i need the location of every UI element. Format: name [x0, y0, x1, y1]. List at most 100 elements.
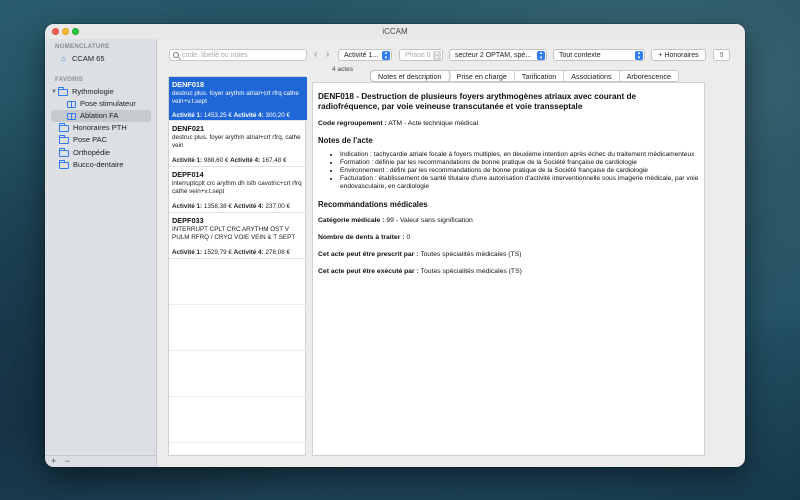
sidebar-item-label: CCAM 65: [72, 54, 105, 63]
empty-list-row: [169, 397, 307, 443]
sidebar-item-bucco-dentaire[interactable]: Bucco-dentaire: [59, 159, 159, 171]
act-tariffs: Activité 1: 1453,25 € Activité 4: 300,20…: [172, 112, 290, 119]
folder-icon: [58, 86, 68, 96]
activite4-label: Activité 4:: [233, 249, 264, 256]
search-placeholder: code, libellé ou notes: [182, 52, 248, 59]
back-arrow-icon[interactable]: ‹: [314, 49, 317, 61]
sidebar-item-ccam65[interactable]: ⌂ CCAM 65: [59, 53, 159, 65]
act-title: DENF018 - Destruction de plusieurs foyer…: [318, 92, 637, 111]
regroupement-label: Code regroupement :: [318, 120, 387, 127]
categorie-value: 99 - Valeur sans signification: [386, 217, 473, 224]
sidebar-item-label: Honoraires PTH: [73, 123, 127, 132]
popup-chevron-icon: ▴ ▾: [635, 51, 643, 60]
popup-chevron-icon: ▴ ▾: [537, 51, 545, 60]
execute-label: Cet acte peut être exécuté par :: [318, 268, 419, 275]
activite1-label: Activité 1:: [172, 157, 203, 164]
contexte-value: Tout contexte: [559, 52, 601, 59]
categorie-label: Catégorie médicale :: [318, 217, 385, 224]
activite4-value: 300,20 €: [265, 112, 290, 119]
sidebar-item-honoraires-pth[interactable]: Honoraires PTH: [59, 122, 159, 134]
dents-label: Nombre de dents à traiter :: [318, 234, 405, 241]
book-icon: [67, 112, 76, 120]
activite4-label: Activité 4:: [233, 203, 264, 210]
phase-value: Phase 0: [405, 52, 431, 59]
contexte-popup[interactable]: Tout contexte ▴ ▾: [553, 49, 645, 61]
detail-tabs: Notes et description Prise en charge Tar…: [370, 70, 679, 82]
honoraires-button[interactable]: + Honoraires: [651, 49, 706, 61]
activite4-label: Activité 4:: [233, 112, 264, 119]
tab-prise-en-charge[interactable]: Prise en charge: [450, 71, 515, 81]
execute-value: Toutes spécialités médicales (TS): [420, 268, 522, 275]
activite1-value: 1529,79 €: [203, 249, 232, 256]
sidebar: NOMENCLATURE ⌂ CCAM 65 FAVORIS ▼ Rythmol…: [45, 39, 157, 467]
search-icon: [173, 52, 179, 58]
folder-icon: [59, 134, 69, 144]
sidebar-item-pose-stimulateur[interactable]: Pose stimulateur: [67, 98, 167, 110]
home-icon: ⌂: [61, 54, 66, 63]
share-button[interactable]: ⇧: [713, 49, 730, 61]
folder-icon: [59, 159, 69, 169]
act-detail-panel: DENF018 - Destruction de plusieurs foyer…: [312, 82, 705, 456]
sidebar-item-label: Bucco-dentaire: [73, 160, 124, 169]
activite1-value: 1358,38 €: [203, 203, 232, 210]
act-tariffs: Activité 1: 988,60 € Activité 4: 167,48 …: [172, 157, 287, 164]
acts-list: DENF018 destruc plus. foyer arythm atria…: [168, 76, 307, 456]
toolbar: code, libellé ou notes 4 actes ‹ › Activ…: [157, 39, 745, 74]
notes-heading: Notes de l'acte: [318, 136, 373, 145]
act-description: destruc plus. foyer arythm atrial+crt rf…: [172, 134, 301, 149]
dents-value: 0: [406, 234, 411, 241]
list-item[interactable]: DENF018 destruc plus. foyer arythm atria…: [169, 77, 307, 121]
dents-line: Nombre de dents à traiter : 0: [318, 234, 699, 241]
book-icon: [67, 100, 76, 108]
activite-value: Activité 1...: [344, 52, 379, 59]
activite1-label: Activité 1:: [172, 203, 203, 210]
activite4-value: 167,48 €: [261, 157, 287, 164]
sidebar-item-rythmologie[interactable]: ▼ Rythmologie: [51, 86, 151, 98]
act-tariffs: Activité 1: 1529,79 € Activité 4: 278,08…: [172, 249, 290, 256]
sidebar-item-ablation-fa[interactable]: Ablation FA: [51, 110, 151, 122]
folder-icon: [59, 122, 69, 132]
act-code: DEPF014: [172, 170, 204, 179]
act-code: DENF021: [172, 124, 205, 133]
zoom-window-button[interactable]: [72, 28, 79, 35]
note-item: Environnement : défini par les recommand…: [340, 167, 699, 175]
act-description: interruptcplt crc arythm dh isth cavotri…: [172, 180, 302, 195]
activite-popup[interactable]: Activité 1... ▴ ▾: [338, 49, 392, 61]
phase-popup[interactable]: Phase 0 ▴ ▾: [399, 49, 443, 61]
sidebar-item-label: Pose PAC: [73, 135, 108, 144]
act-tariffs: Activité 1: 1358,38 € Activité 4: 237,00…: [172, 203, 290, 210]
act-code: DEPF033: [172, 216, 204, 225]
list-item[interactable]: DEPF033 INTERRUPT CPLT CRC ARYTHM OST V …: [169, 213, 307, 259]
empty-list-row: [169, 305, 307, 351]
activite1-value: 1453,25 €: [203, 112, 232, 119]
note-item: Indication : tachycardie atriale focale …: [340, 151, 699, 159]
forward-arrow-icon[interactable]: ›: [326, 49, 329, 61]
list-item[interactable]: DEPF014 interruptcplt crc arythm dh isth…: [169, 167, 307, 213]
chevron-down-icon[interactable]: ▼: [51, 86, 58, 98]
notes-list: Indication : tachycardie atriale focale …: [318, 151, 699, 191]
activite4-label: Activité 4:: [230, 157, 261, 164]
sidebar-item-label: Rythmologie: [72, 87, 114, 96]
regroupement-line: Code regroupement : ATM - Acte technique…: [318, 120, 699, 127]
add-favorite-button[interactable]: +: [51, 456, 56, 466]
remove-favorite-button[interactable]: −: [65, 456, 70, 466]
sidebar-item-label: Ablation FA: [80, 111, 119, 120]
act-description: destruc plus. foyer arythm atrial+crt rf…: [172, 90, 299, 105]
tab-notes-description[interactable]: Notes et description: [371, 71, 450, 81]
tab-associations[interactable]: Associations: [564, 71, 620, 81]
tab-tarification[interactable]: Tarification: [515, 71, 565, 81]
sidebar-item-pose-pac[interactable]: Pose PAC: [59, 134, 159, 146]
prescrit-line: Cet acte peut être prescrit par : Toutes…: [318, 251, 699, 258]
prescrit-label: Cet acte peut être prescrit par :: [318, 251, 419, 258]
execute-line: Cet acte peut être exécuté par : Toutes …: [318, 268, 699, 275]
minimize-window-button[interactable]: [62, 28, 69, 35]
search-field[interactable]: code, libellé ou notes: [169, 49, 307, 61]
close-window-button[interactable]: [52, 28, 59, 35]
secteur-popup[interactable]: secteur 2 OPTAM, spé... ▴ ▾: [449, 49, 547, 61]
regroupement-value: ATM - Acte technique médical: [388, 120, 479, 127]
sidebar-item-orthopedie[interactable]: Orthopédie: [59, 147, 159, 159]
activite1-label: Activité 1:: [172, 249, 203, 256]
tab-arborescence[interactable]: Arborescence: [620, 71, 678, 81]
list-item[interactable]: DENF021 destruc plus. foyer arythm atria…: [169, 121, 307, 167]
popup-chevron-icon: ▴ ▾: [382, 51, 390, 60]
